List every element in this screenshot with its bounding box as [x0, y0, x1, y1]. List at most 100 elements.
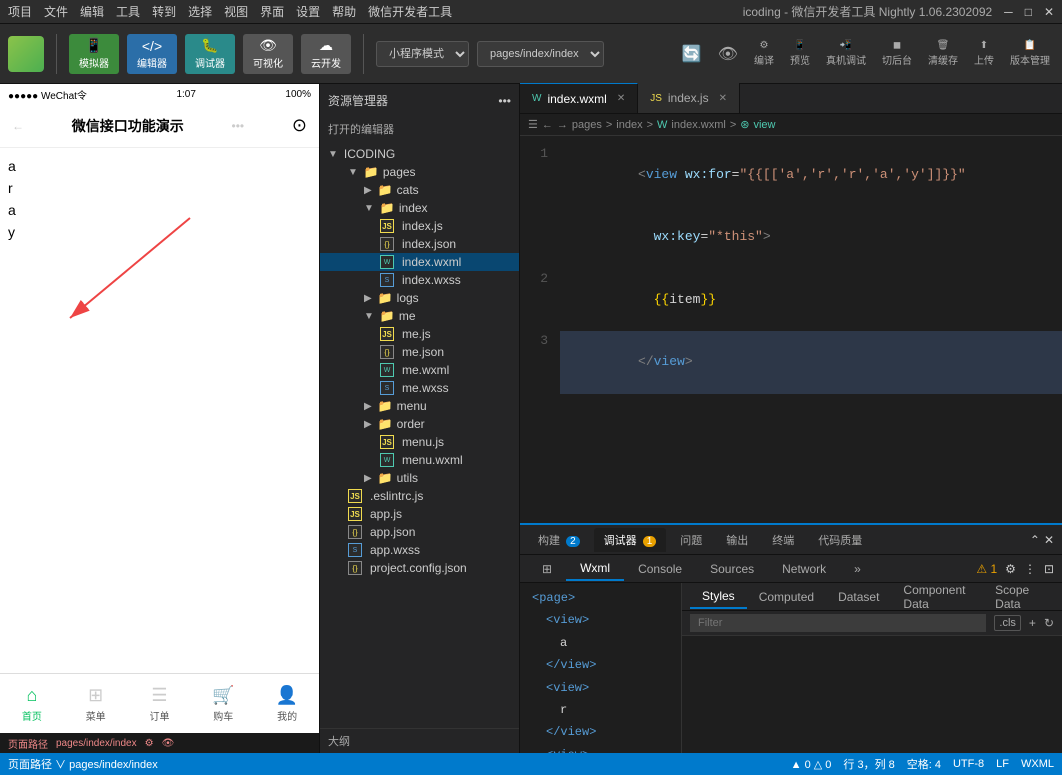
menu-item-settings[interactable]: 设置: [296, 3, 320, 20]
menu-item-tools[interactable]: 工具: [116, 3, 140, 20]
window-minimize[interactable]: ─: [1004, 5, 1013, 19]
phone-back-icon[interactable]: ←: [12, 119, 24, 133]
menu-item-project[interactable]: 项目: [8, 3, 32, 20]
settings-icon[interactable]: ⚙: [1005, 562, 1016, 576]
compile-button[interactable]: ⚙ 编译: [750, 36, 778, 71]
refresh-style-icon[interactable]: ↻: [1044, 616, 1054, 630]
tree-file-menu-js[interactable]: JS menu.js: [320, 433, 519, 451]
tab-network[interactable]: Network: [768, 558, 840, 580]
tab-terminal[interactable]: 终端: [762, 528, 804, 552]
phone-tab-home[interactable]: ⌂ 首页: [0, 674, 64, 733]
upload-button[interactable]: ⬆ 上传: [970, 36, 998, 71]
tree-file-me-js[interactable]: JS me.js: [320, 325, 519, 343]
breadcrumb-back[interactable]: ←: [542, 119, 553, 131]
tab-debugger[interactable]: 调试器 1: [594, 528, 667, 552]
real-debug-button[interactable]: 📲 真机调试: [822, 36, 870, 71]
styles-filter-input[interactable]: [690, 614, 986, 632]
menu-item-file[interactable]: 文件: [44, 3, 68, 20]
breadcrumb-file[interactable]: index.wxml: [671, 119, 725, 131]
tab-sources[interactable]: Sources: [696, 558, 768, 580]
file-panel-more-icon[interactable]: •••: [498, 94, 511, 108]
collapse-icon[interactable]: ⌃: [1030, 533, 1040, 547]
tree-file-project-config[interactable]: {} project.config.json: [320, 559, 519, 577]
tree-file-index-wxss[interactable]: S index.wxss: [320, 271, 519, 289]
tab-more-icon[interactable]: »: [840, 558, 875, 580]
detach-icon[interactable]: ⊡: [1044, 562, 1054, 576]
phone-record-icon[interactable]: ⊙: [292, 115, 307, 136]
breadcrumb-index[interactable]: index: [616, 119, 642, 131]
styles-tab-component[interactable]: Component Data: [891, 583, 983, 615]
tree-root[interactable]: ▼ ICODING: [320, 145, 519, 163]
tree-folder-index[interactable]: ▼ 📁 index: [320, 199, 519, 217]
visual-button[interactable]: 👁 可视化: [243, 34, 293, 74]
sim-eye-icon[interactable]: 👁: [162, 738, 175, 749]
menu-item-goto[interactable]: 转到: [152, 3, 176, 20]
menu-item-view[interactable]: 视图: [224, 3, 248, 20]
tab-console[interactable]: Console: [624, 558, 696, 580]
tree-folder-pages[interactable]: ▼ 📁 pages: [320, 163, 519, 181]
tab-index-js[interactable]: JS index.js ✕: [638, 83, 740, 113]
tree-file-me-json[interactable]: {} me.json: [320, 343, 519, 361]
tree-folder-utils[interactable]: ▶ 📁 utils: [320, 469, 519, 487]
phone-menu-icon[interactable]: •••: [232, 119, 245, 133]
code-editor[interactable]: 1 <view wx:for="{{[['a','r','r','a','y']…: [520, 136, 1062, 523]
menu-item-select[interactable]: 选择: [188, 3, 212, 20]
open-editors-section[interactable]: 打开的编辑器: [320, 117, 519, 141]
tree-file-index-json[interactable]: {} index.json: [320, 235, 519, 253]
phone-tab-cart[interactable]: 🛒 购车: [191, 674, 255, 733]
tree-folder-logs[interactable]: ▶ 📁 logs: [320, 289, 519, 307]
styles-tab-styles[interactable]: Styles: [690, 585, 747, 609]
menu-item-edit[interactable]: 编辑: [80, 3, 104, 20]
tree-file-me-wxss[interactable]: S me.wxss: [320, 379, 519, 397]
cls-button[interactable]: .cls: [994, 615, 1021, 631]
debugger-button[interactable]: 🐛 调试器: [185, 34, 235, 74]
breadcrumb-forward[interactable]: →: [557, 119, 568, 131]
phone-tab-mine[interactable]: 👤 我的: [255, 674, 319, 733]
path-select[interactable]: pages/index/index: [477, 41, 604, 67]
window-close[interactable]: ✕: [1044, 5, 1054, 19]
simulator-button[interactable]: 📱 模拟器: [69, 34, 119, 74]
editor-button[interactable]: </> 编辑器: [127, 34, 177, 74]
tree-file-app-wxss[interactable]: S app.wxss: [320, 541, 519, 559]
file-panel-footer[interactable]: 大纲: [320, 728, 519, 753]
tab-toolbar-icon[interactable]: ⊞: [528, 558, 566, 580]
tab-close-icon[interactable]: ✕: [617, 93, 625, 104]
tree-folder-order[interactable]: ▶ 📁 order: [320, 415, 519, 433]
tree-file-eslint[interactable]: JS .eslintrc.js: [320, 487, 519, 505]
tree-file-index-js[interactable]: JS index.js: [320, 217, 519, 235]
tab-index-wxml[interactable]: W index.wxml ✕: [520, 83, 638, 113]
close-panel-icon[interactable]: ✕: [1044, 533, 1054, 547]
tab-close-icon[interactable]: ✕: [719, 93, 727, 104]
tree-folder-menu[interactable]: ▶ 📁 menu: [320, 397, 519, 415]
window-maximize[interactable]: □: [1025, 5, 1032, 19]
tree-file-app-js[interactable]: JS app.js: [320, 505, 519, 523]
menu-item-ui[interactable]: 界面: [260, 3, 284, 20]
add-style-icon[interactable]: +: [1029, 616, 1036, 630]
phone-tab-menu[interactable]: ⊞ 菜单: [64, 674, 128, 733]
status-path[interactable]: 页面路径 ∨ pages/index/index: [8, 756, 158, 772]
cloud-button[interactable]: ☁ 云开发: [301, 34, 351, 74]
tab-issues[interactable]: 问题: [670, 528, 712, 552]
sim-settings-icon[interactable]: ⚙: [145, 738, 154, 749]
refresh-icon[interactable]: 🔄: [678, 40, 706, 68]
more-options-icon[interactable]: ⋮: [1024, 562, 1036, 576]
tab-wxml[interactable]: Wxml: [566, 557, 624, 581]
backend-button[interactable]: ◼ 切后台: [878, 36, 916, 71]
tree-file-app-json[interactable]: {} app.json: [320, 523, 519, 541]
tree-folder-me[interactable]: ▼ 📁 me: [320, 307, 519, 325]
preview-button[interactable]: 📱 预览: [786, 36, 814, 71]
tab-output[interactable]: 输出: [716, 528, 758, 552]
tab-code-quality[interactable]: 代码质量: [808, 528, 872, 552]
styles-tab-scope[interactable]: Scope Data: [983, 583, 1054, 615]
mode-select[interactable]: 小程序模式: [376, 41, 469, 67]
tree-folder-cats[interactable]: ▶ 📁 cats: [320, 181, 519, 199]
styles-tab-dataset[interactable]: Dataset: [826, 586, 891, 608]
breadcrumb-pages[interactable]: pages: [572, 119, 602, 131]
tree-file-menu-wxml[interactable]: W menu.wxml: [320, 451, 519, 469]
styles-tab-computed[interactable]: Computed: [747, 586, 826, 608]
eye-icon[interactable]: 👁: [714, 40, 742, 68]
phone-tab-orders[interactable]: ☰ 订单: [128, 674, 192, 733]
tree-file-me-wxml[interactable]: W me.wxml: [320, 361, 519, 379]
menu-item-wxdevtools[interactable]: 微信开发者工具: [368, 3, 452, 20]
menu-item-help[interactable]: 帮助: [332, 3, 356, 20]
